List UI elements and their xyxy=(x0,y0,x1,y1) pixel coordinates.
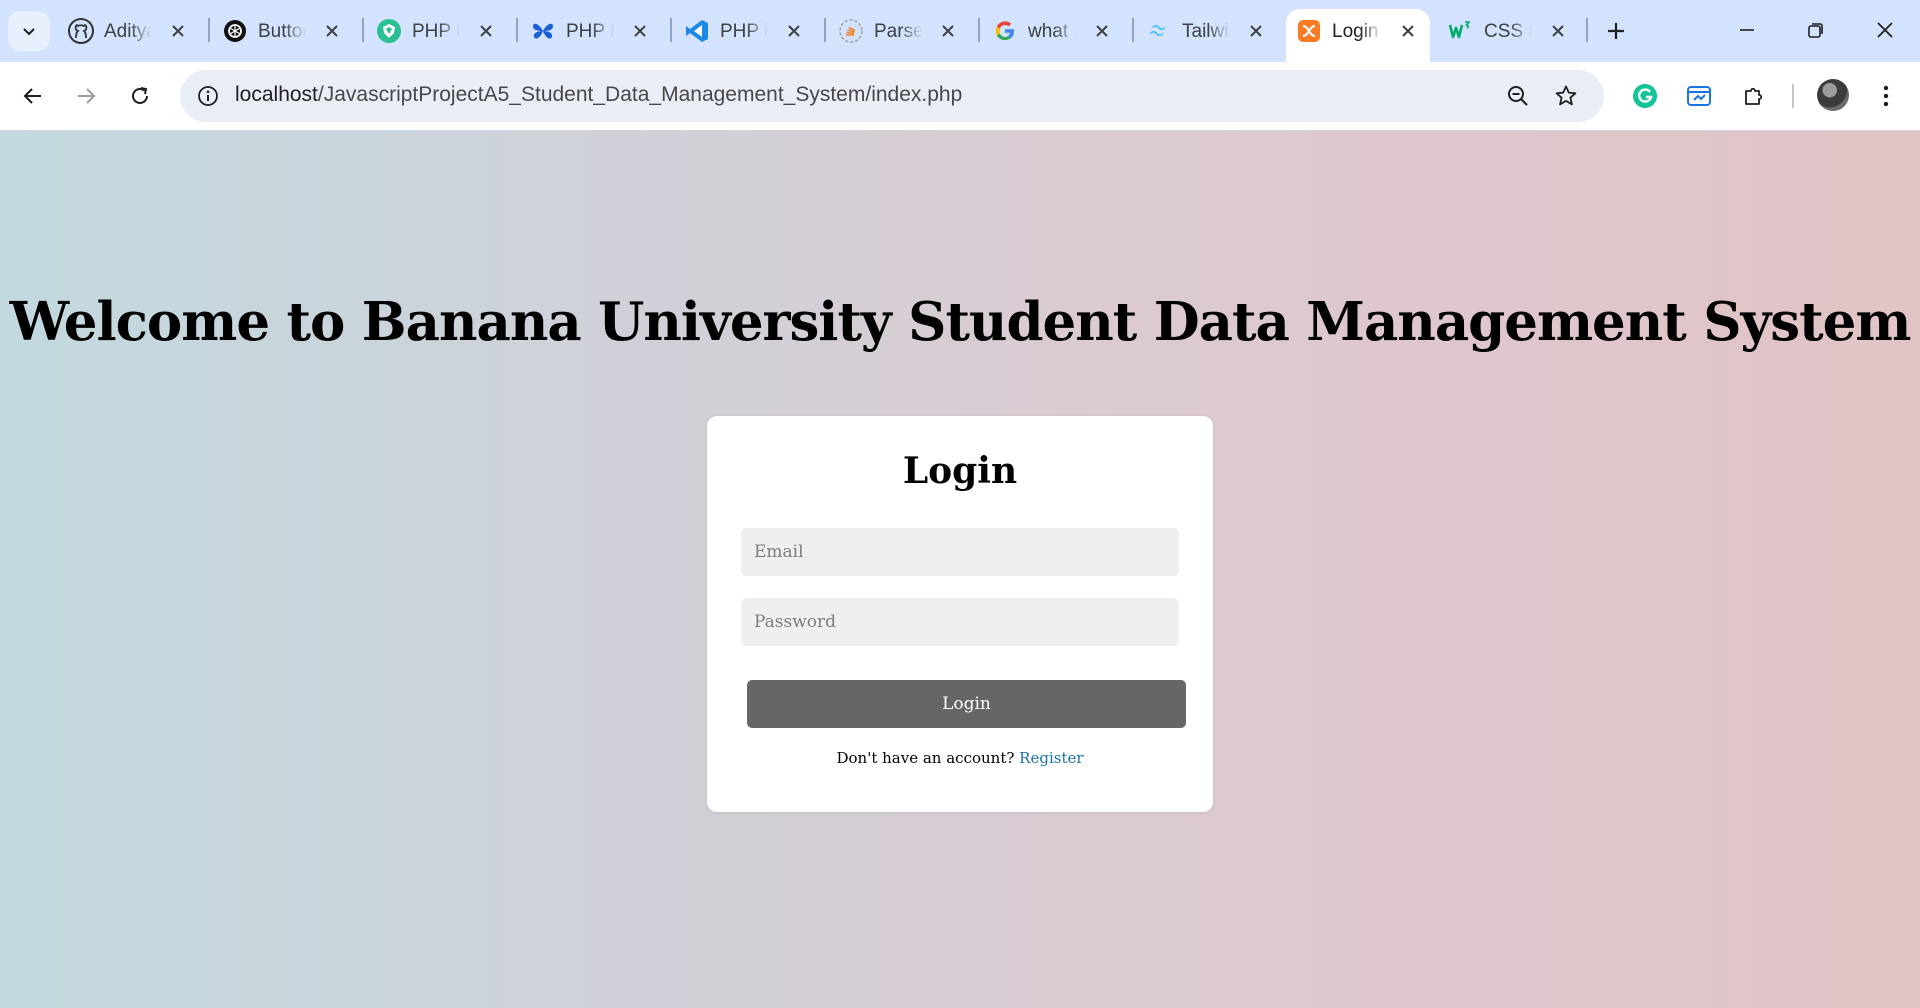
plus-icon xyxy=(1608,23,1624,39)
tab-tailwind[interactable]: Tailwi xyxy=(1136,9,1278,53)
tab-title: CSS S xyxy=(1484,21,1532,42)
close-window-button[interactable] xyxy=(1860,8,1910,52)
tab-button[interactable]: Button xyxy=(212,9,354,53)
url-path: /JavascriptProjectA5_Student_Data_Manage… xyxy=(317,83,963,106)
restore-button[interactable] xyxy=(1791,8,1841,52)
tab-php-m[interactable]: PHP M xyxy=(366,9,508,53)
tab-title: PHP in xyxy=(720,21,768,42)
page-content: Welcome to Banana University Student Dat… xyxy=(0,130,1920,1008)
chevron-down-icon xyxy=(23,28,35,36)
register-prompt: Don't have an account? Register xyxy=(707,749,1213,767)
tab-php-p[interactable]: PHP P xyxy=(520,9,662,53)
github-icon xyxy=(68,18,94,44)
tab-separator xyxy=(1586,18,1588,42)
minimize-icon xyxy=(1740,29,1754,31)
extensions-button[interactable] xyxy=(1736,78,1772,114)
tab-what[interactable]: what t xyxy=(982,9,1124,53)
close-icon[interactable] xyxy=(1396,19,1420,43)
more-vertical-icon xyxy=(1883,85,1889,107)
tab-parse[interactable]: Parse xyxy=(828,9,970,53)
tab-search-button[interactable] xyxy=(8,11,50,51)
w3schools-icon xyxy=(1448,18,1474,44)
tab-separator xyxy=(978,18,980,42)
close-icon[interactable] xyxy=(320,19,344,43)
tab-title: what t xyxy=(1028,21,1076,42)
password-field[interactable] xyxy=(741,598,1179,646)
arrow-left-icon xyxy=(23,88,41,104)
close-icon[interactable] xyxy=(1244,19,1268,43)
reload-icon xyxy=(132,87,148,104)
bookmark-button[interactable] xyxy=(1549,79,1583,113)
tab-title: PHP M xyxy=(412,21,460,42)
puzzle-icon xyxy=(1745,87,1763,105)
close-icon[interactable] xyxy=(166,19,190,43)
tab-php-in[interactable]: PHP in xyxy=(674,9,816,53)
tab-title: Tailwi xyxy=(1182,21,1229,42)
zoom-button[interactable] xyxy=(1501,79,1535,113)
tailwind-icon xyxy=(1146,18,1172,44)
minimize-button[interactable] xyxy=(1722,8,1772,52)
welcome-heading: Welcome to Banana University Student Dat… xyxy=(9,291,1912,353)
back-button[interactable] xyxy=(15,78,51,114)
restore-icon xyxy=(1808,23,1823,38)
browser-toolbar: localhost/JavascriptProjectA5_Student_Da… xyxy=(0,62,1920,130)
register-link[interactable]: Register xyxy=(1019,749,1083,767)
grammarly-extension[interactable] xyxy=(1627,78,1663,114)
close-icon[interactable] xyxy=(628,19,652,43)
shield-icon xyxy=(376,18,402,44)
url-host: localhost xyxy=(235,83,318,106)
close-icon[interactable] xyxy=(1090,19,1114,43)
grammarly-icon xyxy=(1633,84,1657,108)
screencast-extension[interactable] xyxy=(1681,78,1717,114)
tab-separator xyxy=(824,18,826,42)
vscode-icon xyxy=(684,18,710,44)
close-icon xyxy=(1877,22,1893,38)
zoom-out-icon xyxy=(1508,86,1528,106)
tab-aditya[interactable]: Aditya xyxy=(58,9,200,53)
tab-title: PHP P xyxy=(566,21,614,42)
tab-separator xyxy=(1132,18,1134,42)
tab-strip: Aditya Button PHP M PHP P PHP in xyxy=(0,0,1920,62)
new-tab-button[interactable] xyxy=(1598,13,1634,49)
login-button[interactable]: Login xyxy=(747,680,1186,728)
tab-title: Login xyxy=(1332,21,1379,42)
info-icon xyxy=(198,86,218,106)
google-icon xyxy=(992,18,1018,44)
tab-separator xyxy=(362,18,364,42)
forward-button[interactable] xyxy=(68,78,104,114)
star-icon xyxy=(1555,85,1577,106)
profile-avatar[interactable] xyxy=(1817,79,1849,111)
tab-separator xyxy=(208,18,210,42)
tab-title: Aditya xyxy=(104,21,152,42)
close-icon[interactable] xyxy=(936,19,960,43)
xampp-icon xyxy=(1296,18,1322,44)
butterfly-icon xyxy=(530,18,556,44)
address-bar[interactable]: localhost/JavascriptProjectA5_Student_Da… xyxy=(180,70,1604,122)
tab-login[interactable]: Login xyxy=(1286,9,1430,62)
no-account-text: Don't have an account? xyxy=(836,749,1015,767)
screen-record-icon xyxy=(1687,86,1711,106)
arrow-right-icon xyxy=(78,88,96,104)
tab-title: Parse xyxy=(874,21,922,42)
reload-button[interactable] xyxy=(122,78,158,114)
openai-icon xyxy=(222,18,248,44)
close-icon[interactable] xyxy=(782,19,806,43)
tab-css[interactable]: CSS S xyxy=(1438,9,1580,53)
browser-menu-button[interactable] xyxy=(1868,78,1904,114)
stackoverflow-icon xyxy=(838,18,864,44)
toolbar-divider xyxy=(1792,84,1794,108)
close-icon[interactable] xyxy=(474,19,498,43)
email-field[interactable] xyxy=(741,528,1179,576)
login-card: Login Login Don't have an account? Regis… xyxy=(707,416,1213,812)
tab-separator xyxy=(670,18,672,42)
url-text[interactable]: localhost/JavascriptProjectA5_Student_Da… xyxy=(235,83,962,107)
login-heading: Login xyxy=(902,450,1018,492)
close-icon[interactable] xyxy=(1546,19,1570,43)
site-info-button[interactable] xyxy=(190,78,226,114)
tab-title: Button xyxy=(258,21,306,42)
tab-separator xyxy=(516,18,518,42)
